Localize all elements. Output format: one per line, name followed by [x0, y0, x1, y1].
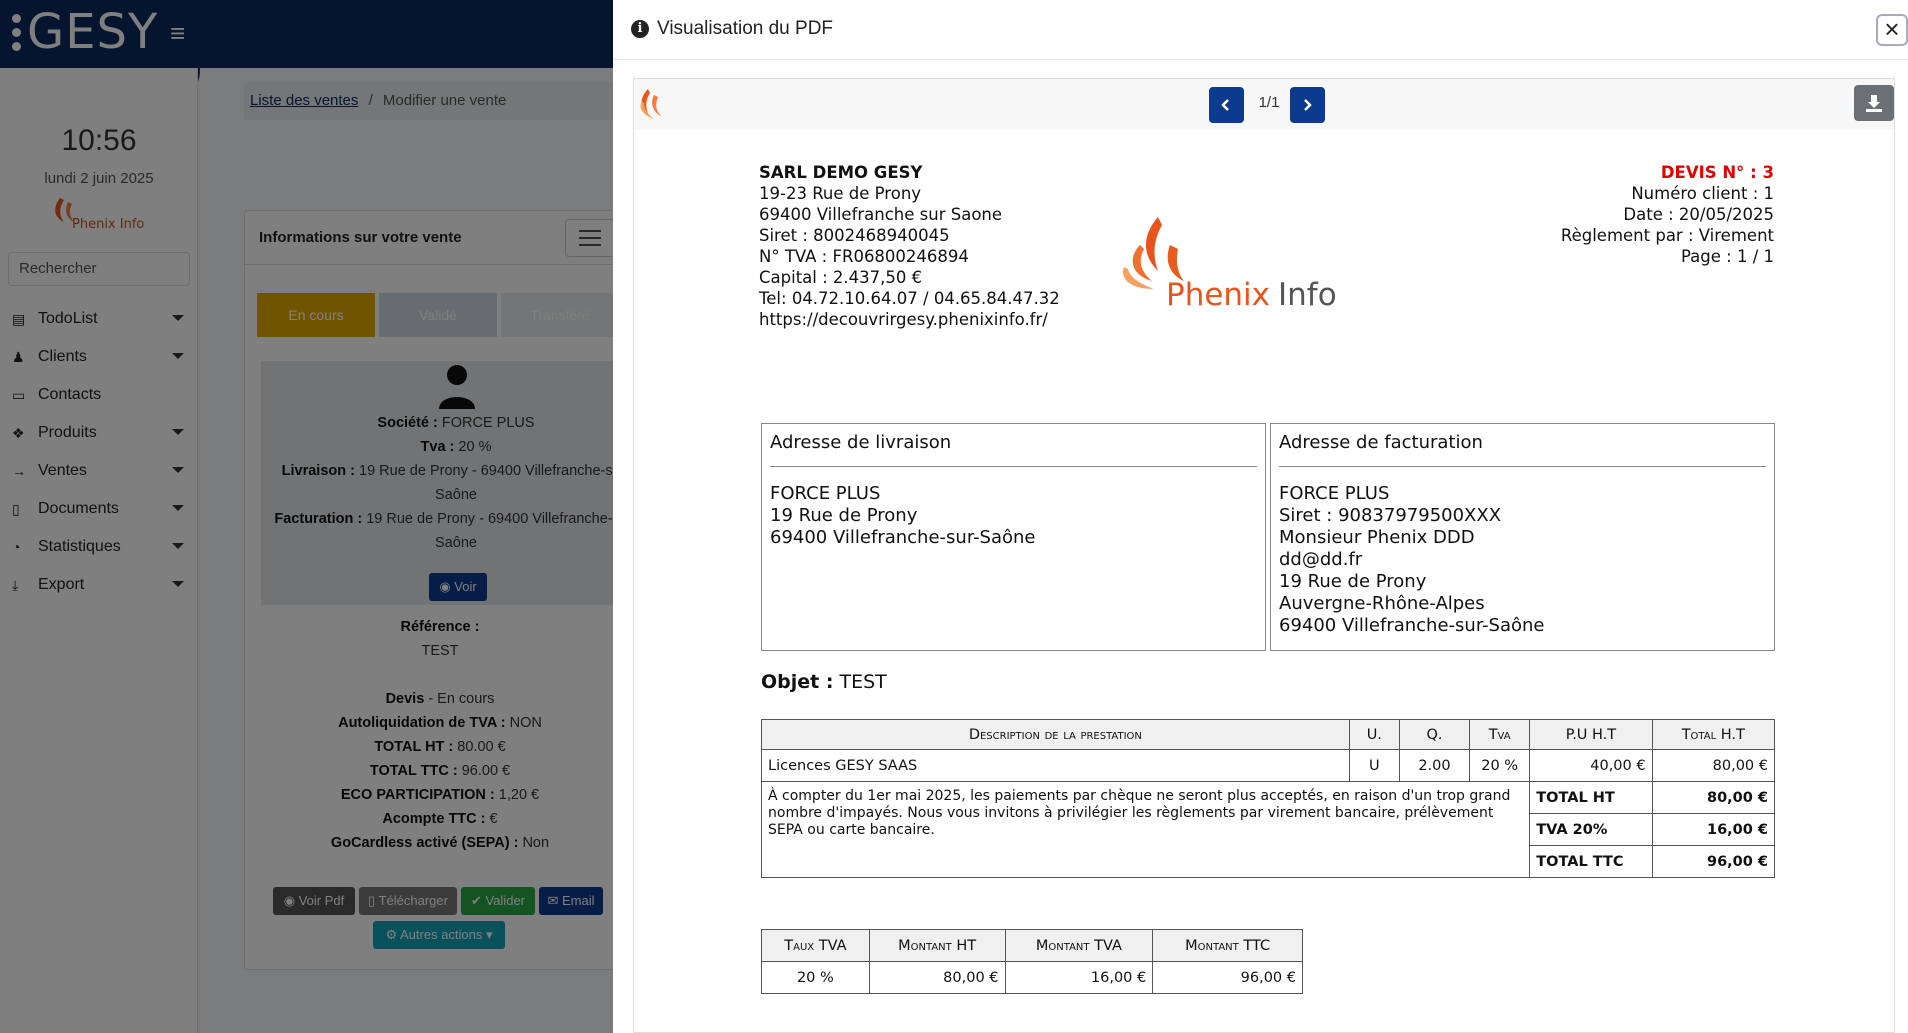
- billing-line: 19 Rue de Prony: [1279, 571, 1427, 592]
- col-total: Total H.T: [1651, 719, 1776, 750]
- total-ttc-value: 96,00 €: [1651, 845, 1776, 878]
- billing-line: Monsieur Phenix DDD: [1279, 527, 1475, 548]
- billing-address-title: Adresse de facturation: [1279, 432, 1766, 467]
- col-montant-tva: Montant TVA: [1004, 929, 1154, 962]
- payment-notice: À compter du 1er mai 2025, les paiements…: [760, 781, 1531, 878]
- phenix-info-logo: Phenix Info: [1123, 217, 1337, 313]
- vat-montant-tva: 16,00 €: [1004, 961, 1154, 994]
- items-header-row: Description de la prestation U. Q. Tva P…: [761, 719, 1776, 750]
- table-row: 20 % 80,00 € 16,00 € 96,00 €: [761, 961, 1303, 994]
- download-pdf-button[interactable]: [1854, 85, 1894, 121]
- totals-row: À compter du 1er mai 2025, les paiements…: [760, 781, 1776, 878]
- delivery-line: 69400 Villefranche-sur-Saône: [770, 527, 1036, 548]
- total-ht-value: 80,00 €: [1651, 781, 1776, 814]
- vat-montant-ht: 80,00 €: [868, 961, 1006, 994]
- delivery-address-box: Adresse de livraison FORCE PLUS 19 Rue d…: [761, 423, 1266, 651]
- col-unit: U.: [1348, 719, 1400, 750]
- download-icon: [1866, 95, 1882, 112]
- client-number: Numéro client : 1: [1631, 184, 1774, 203]
- subject-label: Objet :: [761, 671, 834, 693]
- page-number: Page : 1 / 1: [1680, 247, 1774, 266]
- vat-rate: 20 %: [761, 961, 870, 994]
- company-name: SARL DEMO GESY: [759, 163, 923, 182]
- company-address1: 19-23 Rue de Prony: [759, 184, 922, 203]
- pdf-viewer: 1/1 SARL DEMO GESY 19-23 Rue de Prony 69…: [633, 78, 1895, 1033]
- billing-line: dd@dd.fr: [1279, 549, 1363, 570]
- item-unit: U: [1348, 749, 1400, 782]
- modal-header: i Visualisation du PDF ×: [613, 0, 1908, 60]
- pdf-preview-modal: i Visualisation du PDF × 1/1 SARL DEMO G…: [613, 0, 1908, 1033]
- company-tel: Tel: 04.72.10.64.07 / 04.65.84.47.32: [759, 289, 1060, 308]
- billing-line: 69400 Villefranche-sur-Saône: [1279, 615, 1545, 636]
- item-description: Licences GESY SAAS: [761, 749, 1350, 782]
- tva-label: TVA 20%: [1529, 813, 1653, 846]
- delivery-line: 19 Rue de Prony: [770, 505, 918, 526]
- item-unit-price: 40,00 €: [1529, 749, 1653, 782]
- modal-title: i Visualisation du PDF: [631, 18, 833, 40]
- close-button[interactable]: ×: [1876, 14, 1908, 46]
- logo-text-info: Info: [1278, 277, 1337, 313]
- previous-page-button[interactable]: [1209, 87, 1244, 123]
- col-montant-ht: Montant HT: [868, 929, 1006, 962]
- page-indicator: 1/1: [1258, 94, 1280, 111]
- vat-header-row: Taux TVA Montant HT Montant TVA Montant …: [761, 929, 1303, 962]
- logo-text-phenix: Phenix: [1166, 277, 1270, 313]
- col-tva: Tva: [1469, 719, 1531, 750]
- payment-method: Règlement par : Virement: [1560, 226, 1774, 245]
- quote-date: Date : 20/05/2025: [1623, 205, 1774, 224]
- quote-subject: Objet : TEST: [761, 671, 887, 693]
- modal-title-text: Visualisation du PDF: [657, 18, 834, 39]
- company-website: https://decouvrirgesy.phenixinfo.fr/: [759, 310, 1048, 329]
- next-page-button[interactable]: [1290, 87, 1325, 123]
- info-icon: i: [631, 20, 649, 38]
- billing-line: Siret : 90837979500XXX: [1279, 505, 1502, 526]
- pdf-page: SARL DEMO GESY 19-23 Rue de Prony 69400 …: [634, 129, 1894, 1029]
- company-info: SARL DEMO GESY 19-23 Rue de Prony 69400 …: [759, 162, 1060, 330]
- phenix-flame-icon: [640, 89, 662, 119]
- company-tva: N° TVA : FR06800246894: [759, 247, 969, 266]
- quote-info: DEVIS N° : 3 Numéro client : 1 Date : 20…: [1561, 162, 1774, 267]
- devis-number: DEVIS N° : 3: [1660, 163, 1774, 182]
- billing-line: Auvergne-Rhône-Alpes: [1279, 593, 1485, 614]
- subject-value: TEST: [839, 671, 887, 693]
- col-montant-ttc: Montant TTC: [1152, 929, 1303, 962]
- billing-line: FORCE PLUS: [1279, 483, 1390, 504]
- tva-value: 16,00 €: [1651, 813, 1776, 846]
- total-ttc-label: TOTAL TTC: [1529, 845, 1653, 878]
- vat-montant-ttc: 96,00 €: [1152, 961, 1303, 994]
- items-table: Description de la prestation U. Q. Tva P…: [760, 719, 1776, 878]
- chevron-right-icon: [1304, 99, 1312, 111]
- vat-summary-table: Taux TVA Montant HT Montant TVA Montant …: [761, 929, 1303, 994]
- col-unit-price: P.U H.T: [1529, 719, 1653, 750]
- item-tva: 20 %: [1469, 749, 1531, 782]
- company-address2: 69400 Villefranche sur Saone: [759, 205, 1003, 224]
- delivery-address-title: Adresse de livraison: [770, 432, 1257, 467]
- company-capital: Capital : 2.437,50 €: [759, 268, 923, 287]
- total-ht-label: TOTAL HT: [1529, 781, 1653, 814]
- pdf-viewer-toolbar: 1/1: [634, 79, 1894, 129]
- col-quantity: Q.: [1398, 719, 1471, 750]
- item-total: 80,00 €: [1651, 749, 1776, 782]
- chevron-left-icon: [1221, 99, 1229, 111]
- billing-address-box: Adresse de facturation FORCE PLUS Siret …: [1270, 423, 1775, 651]
- table-row: Licences GESY SAAS U 2.00 20 % 40,00 € 8…: [761, 749, 1776, 782]
- delivery-line: FORCE PLUS: [770, 483, 881, 504]
- company-siret: Siret : 8002468940045: [759, 226, 950, 245]
- item-quantity: 2.00: [1398, 749, 1471, 782]
- col-taux-tva: Taux TVA: [761, 929, 870, 962]
- col-description: Description de la prestation: [761, 719, 1350, 750]
